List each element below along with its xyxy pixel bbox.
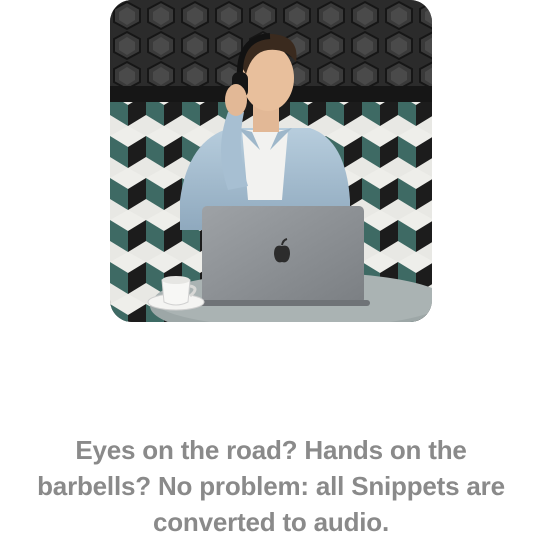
hero-photo-illustration	[110, 0, 432, 322]
audio-feature-caption: Eyes on the road? Hands on the barbells?…	[0, 432, 542, 536]
laptop	[196, 206, 370, 306]
hero-photo	[110, 0, 432, 322]
caption-line-3: converted to audio.	[152, 507, 389, 536]
caption-line-2: barbells? No problem: all Snippets are	[37, 471, 505, 501]
caption-line-1: Eyes on the road? Hands on the	[75, 435, 467, 465]
